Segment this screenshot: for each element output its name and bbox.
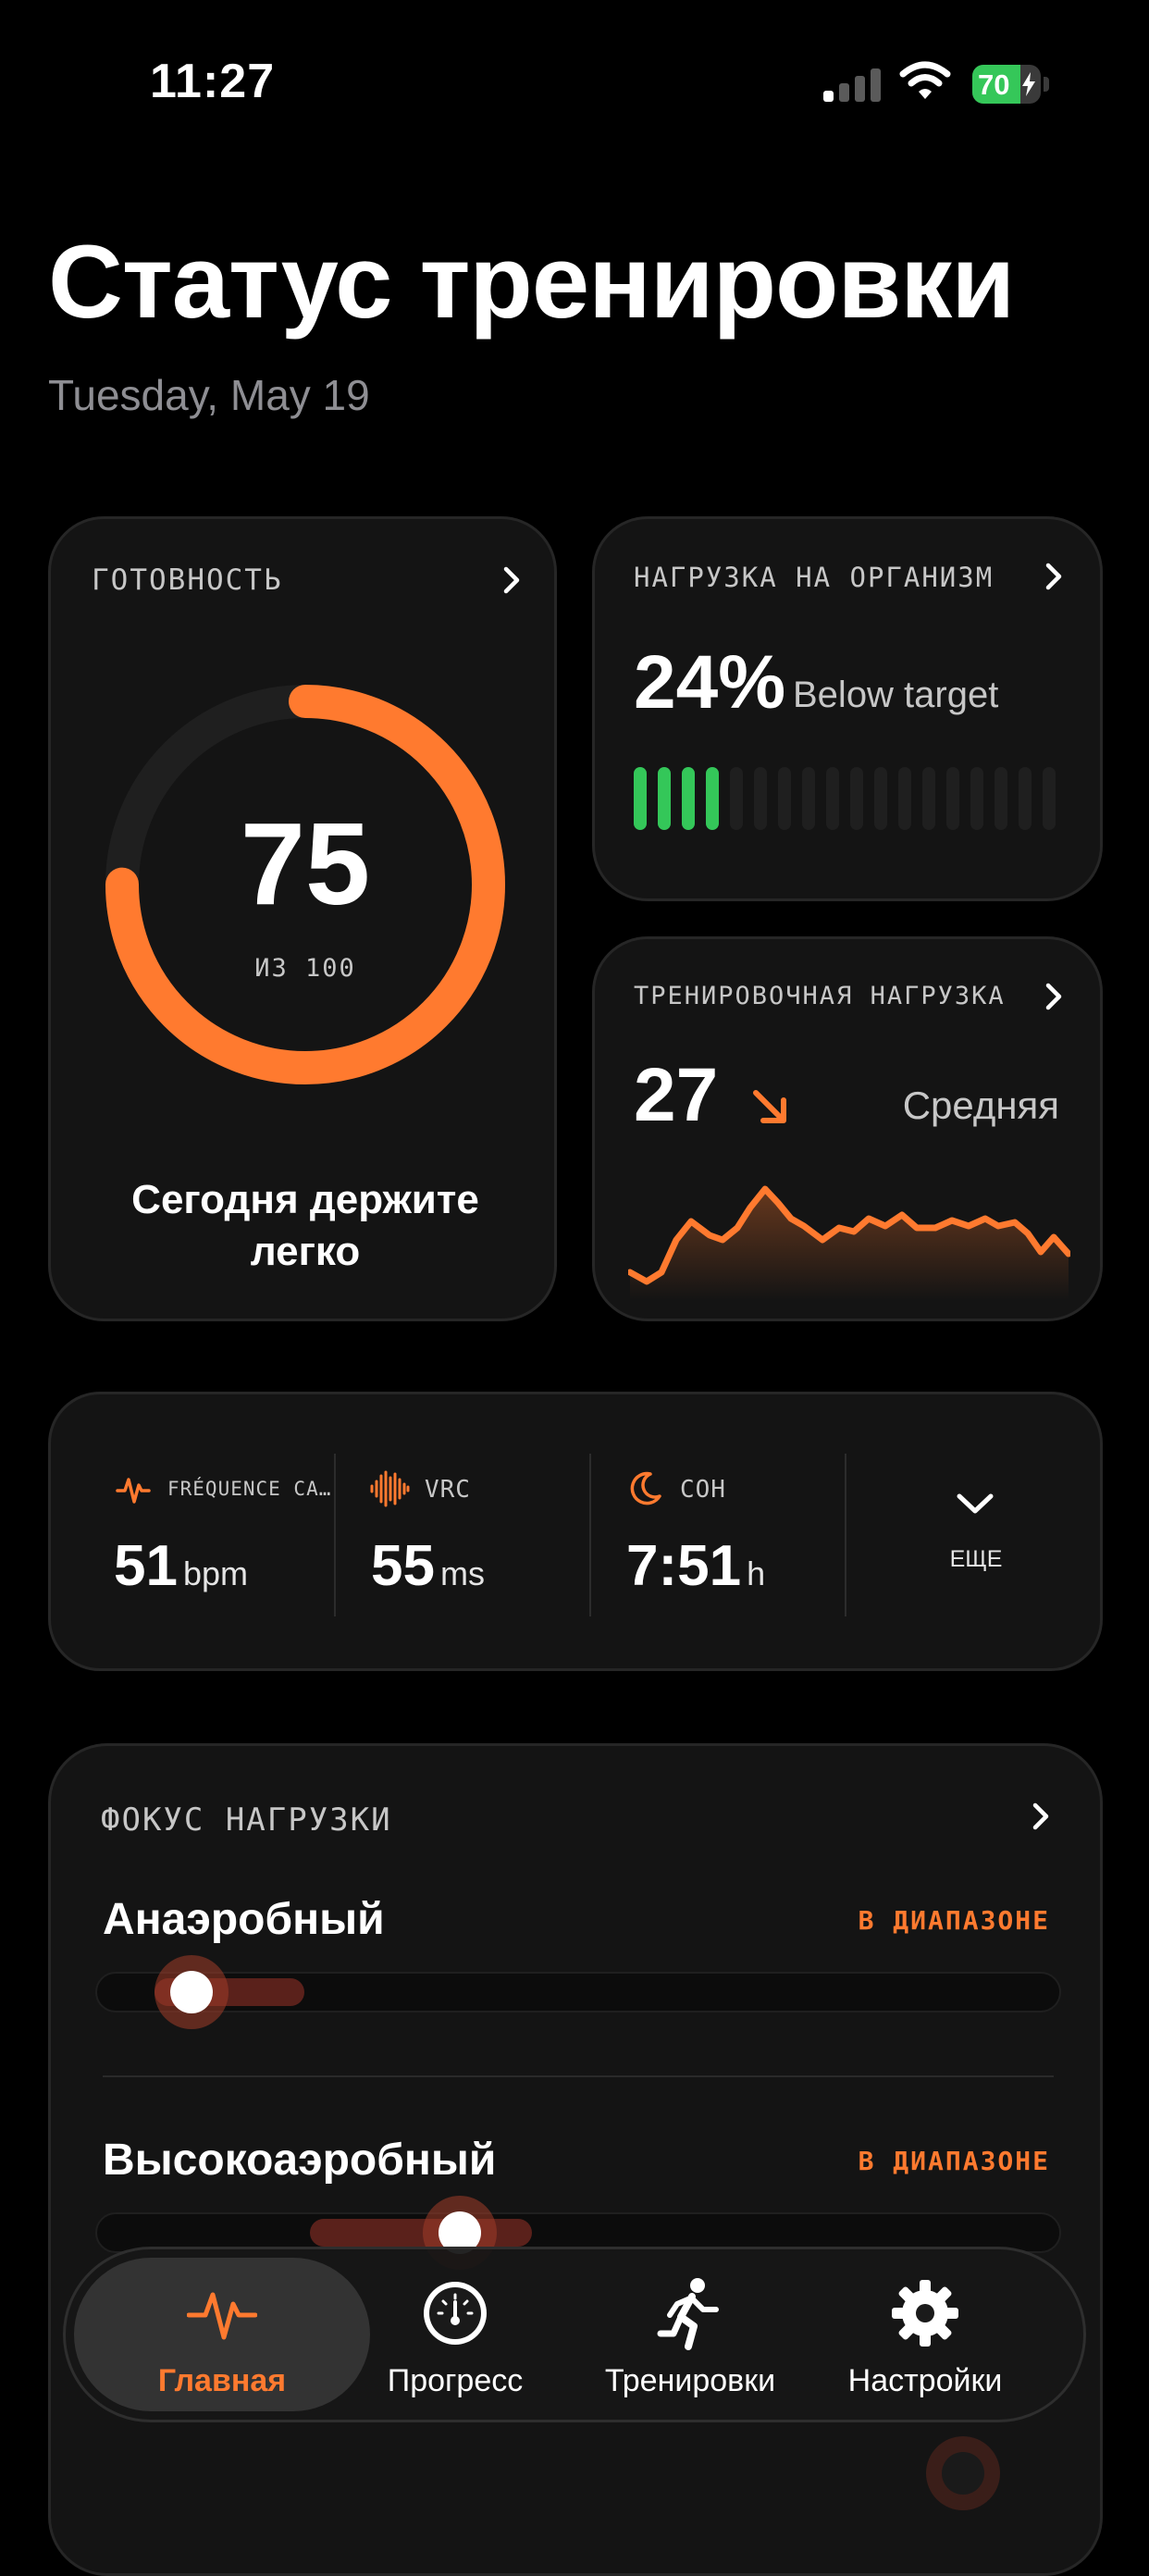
load-focus-label: ФОКУС НАГРУЗКИ	[101, 1802, 392, 1839]
waveform-icon	[370, 1470, 410, 1507]
hrv-label: VRC	[425, 1476, 471, 1504]
readiness-score: 75	[240, 799, 371, 929]
divider	[103, 2075, 1054, 2077]
focus-item-anaerobic-status: В ДИАПАЗОНЕ	[858, 1905, 1050, 1936]
readiness-label: ГОТОВНОСТЬ	[92, 564, 283, 597]
heart-rate-value: 51 bpm	[114, 1534, 248, 1598]
battery-icon: 70	[972, 65, 1050, 104]
strain-level-bar	[802, 767, 815, 830]
readiness-message: Сегодня держите легко	[131, 1177, 479, 1274]
page-title: Статус тренировки	[48, 224, 1015, 340]
strain-level-bar	[658, 767, 671, 830]
heart-rate-label: FRÉQUENCE CA…	[167, 1478, 332, 1500]
cellular-signal-icon	[823, 67, 883, 102]
chevron-right-icon[interactable]	[1026, 1802, 1056, 1831]
training-load-value: 27	[634, 1053, 719, 1137]
tab-settings[interactable]: Настройки	[786, 2258, 1064, 2411]
running-icon	[657, 2278, 719, 2350]
heartbeat-icon	[116, 1478, 151, 1504]
training-load-level: Средняя	[902, 1084, 1059, 1127]
readiness-scale: ИЗ 100	[254, 954, 356, 983]
sleep-value: 7:51 h	[626, 1534, 766, 1598]
strain-card[interactable]: НАГРУЗКА НА ОРГАНИЗМ 24% Below target	[592, 516, 1103, 901]
arrow-down-right-icon	[753, 1090, 786, 1123]
strain-level-bar	[634, 767, 647, 830]
page-date: Tuesday, May 19	[48, 371, 370, 419]
training-load-label: ТРЕНИРОВОЧНАЯ НАГРУЗКА	[634, 982, 1006, 1010]
hrv-value: 55 ms	[371, 1534, 485, 1598]
strain-level-bar	[1043, 767, 1056, 830]
strain-level-bar	[874, 767, 887, 830]
strain-level-bar	[946, 767, 959, 830]
status-time: 11:27	[150, 55, 276, 108]
strain-level-bars	[634, 767, 1067, 830]
anaerobic-slider-thumb	[170, 1971, 213, 2013]
strain-level-bar	[898, 767, 911, 830]
slider-thumb	[942, 2452, 984, 2495]
more-label: ЕЩЕ	[949, 1546, 1003, 1572]
strain-level-bar	[970, 767, 983, 830]
chevron-right-icon	[1045, 563, 1062, 590]
strain-level-bar	[1019, 767, 1032, 830]
strain-label: НАГРУЗКА НА ОРГАНИЗМ	[634, 562, 995, 593]
gauge-icon	[424, 2282, 487, 2345]
strain-level-bar	[730, 767, 743, 830]
strain-value: 24%	[634, 640, 786, 724]
readiness-card[interactable]: ГОТОВНОСТЬ 75 ИЗ 100 Сегодня держите лег…	[48, 516, 557, 1321]
chevron-right-icon	[1045, 983, 1062, 1010]
battery-percent: 70	[978, 68, 1010, 101]
focus-item-high-aerobic-status: В ДИАПАЗОНЕ	[858, 2146, 1050, 2176]
high-aerobic-target-range	[310, 2219, 532, 2247]
training-load-sparkline	[628, 1185, 1070, 1300]
strain-level-bar	[682, 767, 695, 830]
focus-item-high-aerobic-name: Высокоаэробный	[103, 2136, 497, 2185]
more-metrics-button[interactable]: ЕЩЕ	[848, 1450, 1098, 1626]
focus-item-anaerobic-name: Анаэробный	[103, 1895, 385, 1944]
strain-level-bar	[706, 767, 719, 830]
strain-status: Below target	[793, 675, 999, 715]
heartbeat-icon	[187, 2292, 257, 2340]
metrics-card: FRÉQUENCE CA… 51 bpm VRC 55 ms СОН 7:51 h Е…	[48, 1392, 1103, 1671]
strain-level-bar	[850, 767, 863, 830]
training-load-card[interactable]: ТРЕНИРОВОЧНАЯ НАГРУЗКА 27 Средняя	[592, 936, 1103, 1321]
tab-settings-label: Настройки	[847, 2363, 1003, 2398]
moon-icon	[630, 1471, 661, 1505]
chevron-down-icon	[957, 1493, 994, 1514]
strain-level-bar	[995, 767, 1007, 830]
sleep-label: СОН	[680, 1476, 726, 1504]
chevron-right-icon	[503, 566, 520, 594]
load-focus-card: ФОКУС НАГРУЗКИ Анаэробный В ДИАПАЗОНЕ Вы…	[48, 1743, 1103, 2576]
strain-level-bar	[754, 767, 767, 830]
strain-level-bar	[778, 767, 791, 830]
gear-icon	[892, 2280, 958, 2347]
strain-level-bar	[922, 767, 935, 830]
strain-level-bar	[826, 767, 839, 830]
wifi-icon	[899, 61, 951, 99]
